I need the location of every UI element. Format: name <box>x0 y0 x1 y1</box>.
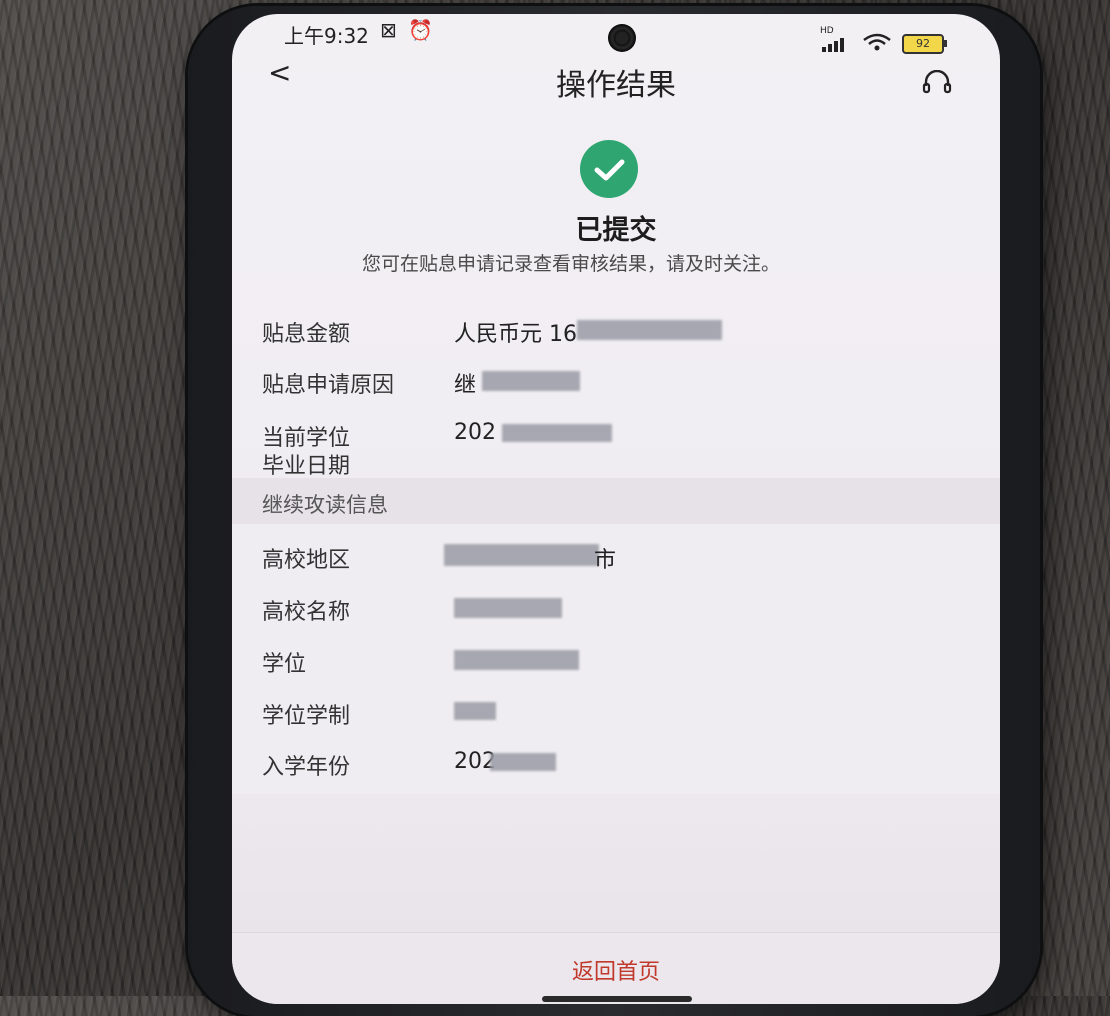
front-camera <box>608 24 636 52</box>
return-home-button[interactable]: 返回首页 <box>232 954 1000 986</box>
success-check-icon <box>580 140 638 198</box>
graduation-label-line2: 毕业日期 <box>262 454 351 479</box>
redacted-year <box>490 753 556 771</box>
alarm-icon: ⏰ <box>408 18 433 42</box>
redacted-amount <box>577 320 722 340</box>
redacted-reason <box>482 371 580 391</box>
battery-indicator: 92 <box>902 34 947 54</box>
section-title: 继续攻读信息 <box>262 493 388 517</box>
reason-label: 贴息申请原因 <box>262 373 395 398</box>
redacted-school <box>454 598 562 618</box>
signal-icon <box>822 38 844 52</box>
wifi-icon <box>863 33 891 51</box>
region-value: 市 <box>594 548 617 573</box>
hd-signal-label: HD <box>820 26 834 36</box>
phone-screen: 上午9:32 ⊠ ⏰ HD 92 < 操作结果 已提交 您可在贴息申请记录查看审… <box>232 14 1000 1004</box>
redacted-region <box>444 544 599 566</box>
result-status: 已提交 <box>575 215 657 246</box>
school-label: 高校名称 <box>262 600 351 625</box>
mute-icon: ⊠ <box>380 18 397 42</box>
region-label: 高校地区 <box>262 548 351 573</box>
amount-value: 人民币元 16 <box>454 322 577 347</box>
year-label: 入学年份 <box>262 755 351 780</box>
home-indicator <box>542 996 692 1002</box>
result-message: 您可在贴息申请记录查看审核结果，请及时关注。 <box>362 253 781 275</box>
status-time: 上午9:32 <box>284 24 369 48</box>
reason-value: 继 <box>454 373 477 398</box>
duration-label: 学位学制 <box>262 704 351 729</box>
redacted-degree <box>454 650 579 670</box>
degree-label: 学位 <box>262 652 307 677</box>
graduation-value: 202 <box>454 420 496 445</box>
redacted-graduation <box>502 424 612 442</box>
page-title: 操作结果 <box>556 68 676 103</box>
redacted-duration <box>454 702 496 720</box>
amount-label: 贴息金额 <box>262 322 351 347</box>
customer-service-icon[interactable] <box>922 70 952 96</box>
